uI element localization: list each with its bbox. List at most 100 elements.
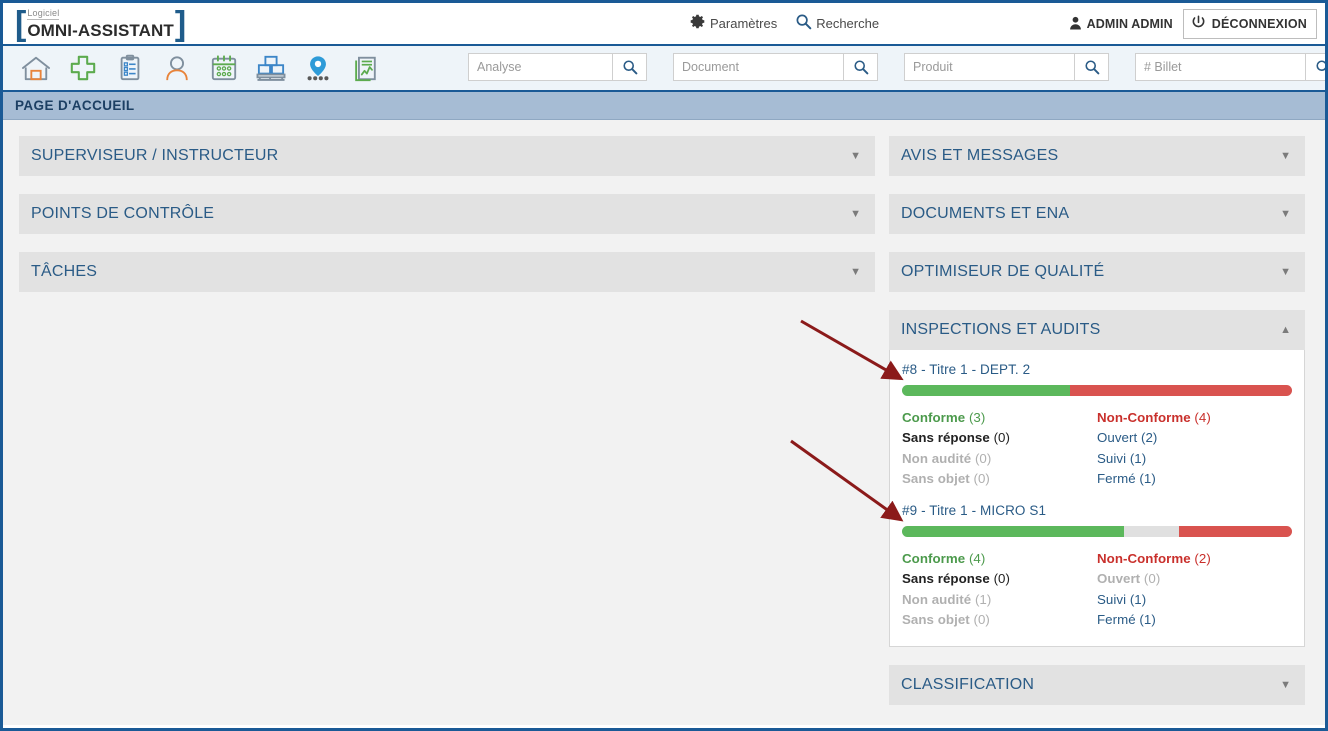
stat-row: Sans objet (0) (902, 469, 1097, 489)
panel-optimiseur-de-qualite[interactable]: OPTIMISEUR DE QUALITÉ ▼ (889, 252, 1305, 292)
stats-column-left: Conforme (3) Sans réponse (0) Non audité… (902, 408, 1097, 489)
chevron-up-icon[interactable]: ▲ (1280, 324, 1291, 336)
stat-count: (2) (1194, 551, 1211, 567)
chevron-down-icon[interactable]: ▼ (850, 266, 861, 278)
inspection-stats: Conforme (4) Sans réponse (0) Non audité… (902, 549, 1292, 630)
panel-label: SUPERVISEUR / INSTRUCTEUR (31, 147, 279, 164)
settings-label: Paramètres (710, 15, 778, 31)
pallet-boxes-icon[interactable] (252, 50, 290, 86)
inspection-title[interactable]: #8 - Titre 1 - DEPT. 2 (902, 362, 1292, 377)
panel-label: CLASSIFICATION (901, 676, 1035, 694)
app-logo[interactable]: [ Logiciel OMNI-ASSISTANT ] (15, 7, 186, 41)
stat-count: (1) (1139, 612, 1156, 628)
stat-label: Suivi (1097, 591, 1127, 607)
logo-title: OMNI-ASSISTANT (27, 20, 174, 40)
stat-label: Non audité (902, 591, 972, 607)
application-window: [ Logiciel OMNI-ASSISTANT ] Paramètres R… (0, 0, 1328, 731)
chevron-down-icon[interactable]: ▼ (1280, 679, 1291, 691)
stat-label: Sans réponse (902, 430, 990, 446)
page-title-label: PAGE D'ACCUEIL (15, 98, 135, 113)
power-icon (1191, 15, 1206, 33)
panel-inspections-et-audits[interactable]: INSPECTIONS ET AUDITS ▲ (889, 310, 1305, 350)
chevron-down-icon[interactable]: ▼ (1280, 208, 1291, 220)
current-user[interactable]: ADMIN ADMIN (1069, 16, 1173, 33)
billet-search-input[interactable] (1135, 53, 1305, 81)
document-search-input[interactable] (673, 53, 843, 81)
panel-points-de-controle[interactable]: POINTS DE CONTRÔLE ▼ (19, 194, 875, 234)
header-user-area: ADMIN ADMIN DÉCONNEXION (1069, 9, 1317, 39)
produit-search-button[interactable] (1074, 53, 1109, 81)
stat-count: (0) (993, 571, 1010, 587)
panel-label: OPTIMISEUR DE QUALITÉ (901, 263, 1105, 280)
panel-taches[interactable]: TÂCHES ▼ (19, 252, 875, 292)
produit-search-input[interactable] (904, 53, 1074, 81)
inspection-progress-bar (902, 526, 1292, 538)
calendar-icon[interactable] (205, 50, 243, 86)
progress-segment-non-conforme (1069, 385, 1292, 396)
stat-count: (0) (973, 612, 990, 628)
location-pin-icon[interactable] (299, 50, 337, 86)
panel-superviseur-instructeur[interactable]: SUPERVISEUR / INSTRUCTEUR ▼ (19, 136, 875, 176)
search-label: Recherche (816, 15, 880, 31)
inspection-title[interactable]: #9 - Titre 1 - MICRO S1 (902, 503, 1292, 518)
stat-label: Ouvert (1097, 430, 1138, 446)
toolbar-icon-group (17, 50, 384, 86)
chevron-down-icon[interactable]: ▼ (1280, 150, 1291, 162)
stat-row: Ouvert (0) (1097, 569, 1292, 589)
chevron-down-icon[interactable]: ▼ (1280, 266, 1291, 278)
panel-documents-et-ena[interactable]: DOCUMENTS ET ENA ▼ (889, 194, 1305, 234)
header-links: Paramètres Recherche (689, 13, 879, 33)
progress-segment-conforme (902, 385, 1070, 396)
analyse-search-button[interactable] (612, 53, 647, 81)
stat-count: (4) (1194, 410, 1211, 425)
logout-label: DÉCONNEXION (1211, 17, 1307, 31)
stat-label: Non audité (902, 450, 972, 466)
analyse-search-input[interactable] (468, 53, 612, 81)
progress-segment-conforme (902, 526, 1125, 538)
search-icon (795, 13, 812, 33)
report-chart-icon[interactable] (346, 50, 384, 86)
cross-add-icon[interactable] (64, 50, 102, 86)
stat-label: Non-Conforme (1097, 551, 1191, 567)
document-search-button[interactable] (843, 53, 878, 81)
stat-count: (0) (973, 470, 990, 486)
logout-button[interactable]: DÉCONNEXION (1182, 9, 1317, 39)
panel-label: DOCUMENTS ET ENA (901, 205, 1070, 222)
search-link[interactable]: Recherche (795, 13, 879, 33)
inspection-stats: Conforme (3) Sans réponse (0) Non audité… (902, 408, 1292, 489)
panel-avis-et-messages[interactable]: AVIS ET MESSAGES ▼ (889, 136, 1305, 176)
logo-subtitle: Logiciel (27, 7, 60, 20)
stat-label: Non-Conforme (1097, 410, 1191, 425)
chevron-down-icon[interactable]: ▼ (850, 150, 861, 162)
stat-label: Conforme (902, 410, 966, 425)
gear-icon (689, 13, 706, 33)
stat-row: Conforme (4) (902, 549, 1097, 569)
analyse-search-group (468, 53, 647, 81)
stat-row: Suivi (1) (1097, 590, 1292, 610)
user-name-label: ADMIN ADMIN (1086, 17, 1173, 31)
inspection-item[interactable]: #8 - Titre 1 - DEPT. 2 Conforme (3) Sans… (902, 362, 1292, 489)
progress-segment-non-conforme (1178, 526, 1292, 538)
home-icon[interactable] (17, 50, 55, 86)
stat-label: Sans réponse (902, 571, 990, 587)
stat-count: (2) (1140, 430, 1158, 446)
panel-label: POINTS DE CONTRÔLE (31, 205, 215, 222)
user-icon[interactable] (158, 50, 196, 86)
stat-row: Suivi (1) (1097, 449, 1292, 469)
chevron-down-icon[interactable]: ▼ (850, 208, 861, 220)
stat-count: (4) (968, 551, 986, 567)
stat-count: (0) (993, 430, 1010, 446)
settings-link[interactable]: Paramètres (689, 13, 777, 33)
produit-search-group (904, 53, 1109, 81)
clipboard-checklist-icon[interactable] (111, 50, 149, 86)
user-icon (1069, 16, 1082, 33)
panel-classification[interactable]: CLASSIFICATION ▼ (889, 665, 1305, 706)
inspection-item[interactable]: #9 - Titre 1 - MICRO S1 Conforme (4) San… (902, 503, 1292, 630)
billet-search-button[interactable] (1305, 53, 1325, 81)
stat-count: (1) (1139, 470, 1156, 486)
stat-row: Fermé (1) (1097, 610, 1292, 630)
stat-count: (3) (968, 410, 986, 425)
panel-label: INSPECTIONS ET AUDITS (901, 321, 1101, 338)
document-search-group (673, 53, 878, 81)
stat-count: (1) (974, 591, 992, 607)
